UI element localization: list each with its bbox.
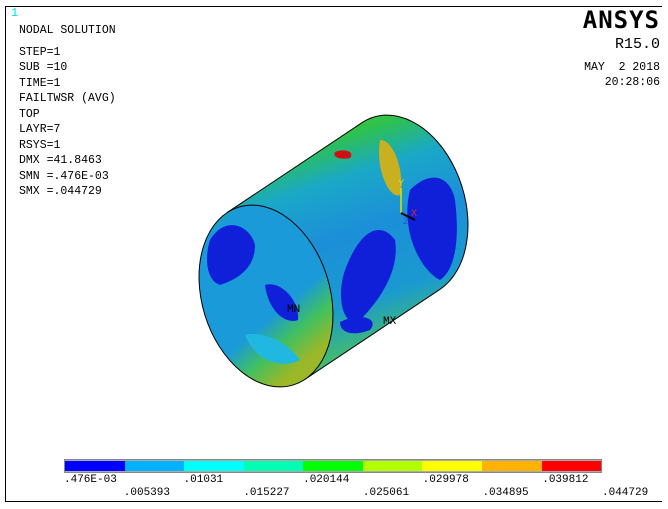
legend-label: .015227 [243, 487, 290, 499]
legend-color-band [481, 461, 542, 471]
legend-label: .025061 [362, 487, 410, 499]
triad-z-label: Z [403, 217, 409, 228]
legend-color-band [541, 461, 602, 471]
max-marker: MX [383, 316, 397, 328]
legend-color-band [124, 461, 185, 471]
legend-color-band [303, 461, 363, 471]
legend-label: .005393 [123, 487, 170, 499]
cylinder-model: MN MX Y X Z [198, 114, 469, 388]
legend-label: .039812 [542, 474, 589, 486]
legend-label: .476E-03 [64, 474, 117, 486]
legend-label: .01031 [183, 474, 224, 486]
legend-label: .034895 [482, 487, 529, 499]
legend-color-band [422, 461, 482, 471]
min-marker: MN [287, 304, 300, 316]
legend-color-band [362, 461, 423, 471]
model-view: MN MX Y X Z [198, 114, 469, 388]
legend-label: .020144 [303, 474, 350, 486]
legend-label: .044729 [602, 487, 649, 499]
legend-color-band [184, 461, 244, 471]
legend-label: .029978 [422, 474, 469, 486]
legend-color-band [65, 461, 125, 471]
triad-x-label: X [411, 209, 417, 220]
triad-y-label: Y [398, 179, 404, 190]
legend-color-band [243, 461, 304, 471]
ansys-graphics-window: 1 NODAL SOLUTION STEP=1 SUB =10 TIME=1 FAILT… [0, 0, 668, 509]
contour-legend-bar [64, 459, 602, 473]
